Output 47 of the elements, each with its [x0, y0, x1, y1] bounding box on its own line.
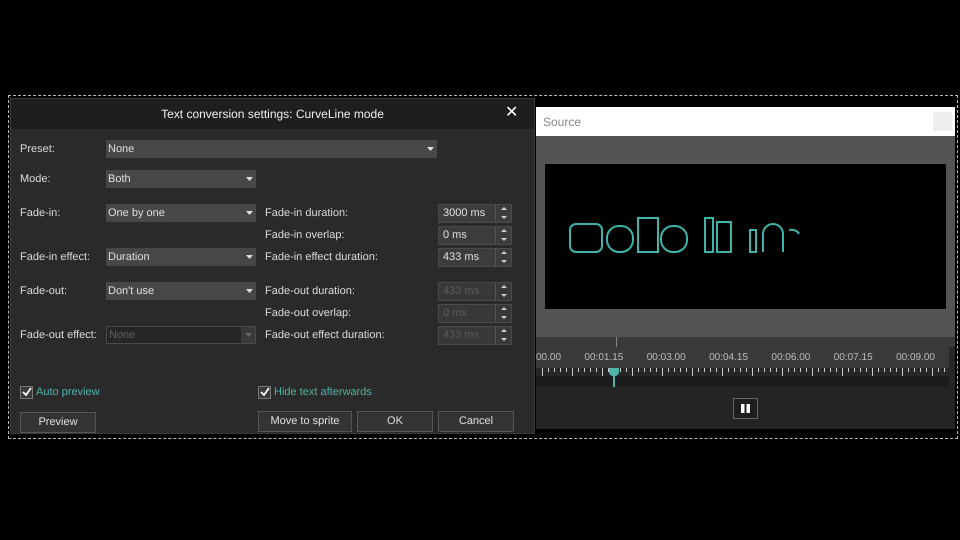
field-label: Fade-out overlap:	[265, 306, 352, 321]
dropdown[interactable]: None	[106, 140, 437, 158]
spin-field[interactable]: 433 ms	[438, 248, 512, 266]
dropdown[interactable]: Both	[106, 170, 256, 188]
time-label: 00:07.15	[834, 351, 873, 365]
field-label: Fade-in effect:	[20, 250, 92, 265]
field-label: Fade-out effect duration:	[265, 328, 386, 343]
pause-button[interactable]	[733, 398, 758, 418]
field-label: Fade-in effect duration:	[265, 250, 379, 265]
panel-title: Source	[543, 114, 582, 130]
spin-field[interactable]: 0 ms	[438, 226, 512, 244]
dialog-button[interactable]: Preview	[20, 412, 96, 433]
playhead[interactable]	[609, 368, 620, 376]
caret-icon	[244, 333, 252, 337]
caret-icon	[246, 255, 252, 259]
checkbox-label: Auto preview	[36, 384, 100, 400]
checkbox[interactable]	[20, 386, 33, 398]
time-label: 00.00	[536, 351, 562, 365]
dropdown[interactable]: Duration	[106, 248, 256, 266]
caret-icon	[246, 289, 252, 293]
caret-icon	[246, 177, 252, 181]
field-label: Mode:	[20, 172, 52, 187]
pause-icon	[741, 404, 750, 412]
caret-icon	[246, 211, 252, 215]
spin-field[interactable]: 3000 ms	[438, 204, 512, 222]
field-label: Fade-out duration:	[265, 284, 356, 299]
close-button[interactable]: ✕	[505, 105, 518, 121]
checkbox-label: Hide text afterwards	[274, 384, 372, 400]
field-label: Fade-in:	[20, 206, 62, 221]
dialog-button[interactable]: Cancel	[438, 410, 514, 432]
dropdown[interactable]: Don't use	[106, 282, 256, 300]
field-label: Fade-in duration:	[265, 206, 350, 221]
time-label: 00:01.15	[584, 351, 624, 365]
field-label: Preset:	[20, 142, 56, 157]
time-label: 00:03.00	[646, 351, 686, 365]
field-label: Fade-out:	[20, 284, 68, 299]
window-title: Text conversion settings: CurveLine mode	[161, 106, 384, 123]
time-label: 00:04.15	[709, 351, 748, 365]
time-label: 00:06.00	[771, 351, 810, 365]
time-label: 00:09.00	[896, 351, 935, 365]
caret-icon	[426, 147, 434, 151]
checkbox[interactable]	[258, 386, 271, 398]
field-label: Fade-out effect:	[20, 328, 98, 343]
dropdown[interactable]: One by one	[106, 204, 256, 222]
dialog-button[interactable]: OK	[357, 410, 433, 432]
dialog-button[interactable]: Move to sprite	[258, 410, 352, 432]
field-label: Fade-in overlap:	[265, 228, 346, 243]
